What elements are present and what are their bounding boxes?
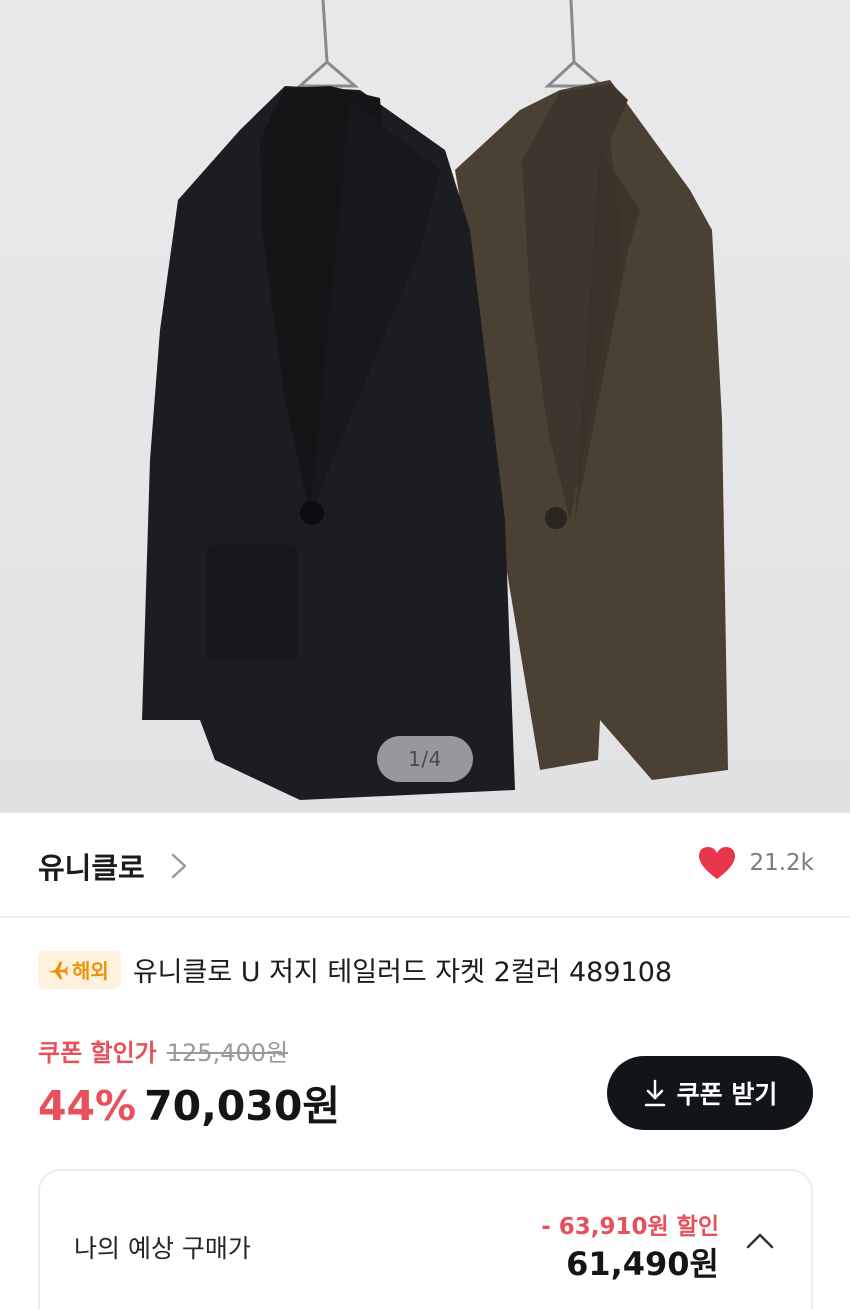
price-row: 44% 70,030원 [38, 1072, 340, 1132]
like-button[interactable]: 21.2k [697, 845, 814, 881]
discount-rate: 44% [38, 1082, 137, 1130]
get-coupon-label: 쿠폰 받기 [676, 1080, 778, 1109]
product-title: 유니클로 U 저지 테일러드 자켓 2컬러 489108 [132, 957, 673, 988]
get-coupon-button[interactable]: 쿠폰 받기 [607, 1056, 813, 1130]
expected-price-panel[interactable]: 나의 예상 구매가 - 63,910원 할인 61,490원 [38, 1169, 813, 1309]
expected-price: 61,490원 [566, 1245, 719, 1283]
like-count: 21.2k [749, 850, 814, 876]
product-image-gallery[interactable]: 1/4 [0, 0, 850, 813]
download-icon [644, 1079, 665, 1107]
coupon-price-label-row: 쿠폰 할인가 125,400원 [38, 1033, 288, 1068]
chevron-up-icon[interactable] [745, 1231, 775, 1251]
airplane-icon [47, 961, 68, 979]
overseas-badge-label: 해외 [72, 959, 109, 983]
product-image [142, 0, 728, 800]
image-page-indicator: 1/4 [377, 736, 473, 782]
original-price: 125,400원 [166, 1039, 289, 1067]
sale-price: 70,030원 [144, 1082, 341, 1130]
coupon-price-label: 쿠폰 할인가 [38, 1039, 157, 1067]
expected-price-label: 나의 예상 구매가 [74, 1234, 251, 1263]
overseas-badge: 해외 [38, 950, 121, 989]
chevron-right-icon[interactable] [168, 850, 190, 882]
product-title-row: 해외 유니클로 U 저지 테일러드 자켓 2컬러 489108 [38, 950, 672, 989]
brand-row: 유니클로 21.2k [0, 813, 850, 918]
heart-icon [699, 847, 736, 879]
brand-name[interactable]: 유니클로 [38, 845, 145, 887]
expected-discount: - 63,910원 할인 [541, 1214, 719, 1240]
